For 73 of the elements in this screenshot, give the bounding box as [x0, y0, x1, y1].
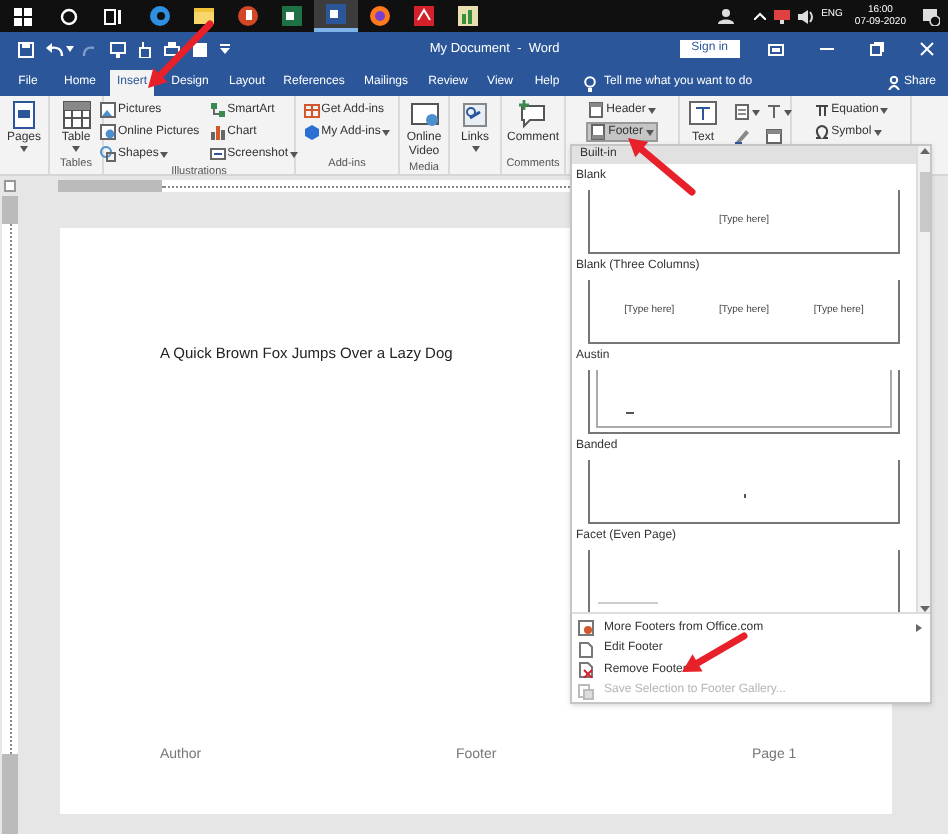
caret-icon [880, 107, 889, 113]
chevron-up-icon[interactable] [753, 12, 766, 20]
footer-preview[interactable] [588, 370, 900, 434]
taskbar-app[interactable] [314, 0, 358, 32]
lightbulb-icon [584, 75, 596, 91]
chart-icon [209, 124, 226, 140]
annotation-arrow [148, 20, 214, 88]
app-icon [236, 4, 260, 28]
close-icon[interactable] [920, 42, 934, 56]
shapes-icon [99, 146, 116, 162]
scroll-thumb[interactable] [919, 172, 929, 232]
remove-document-icon [578, 662, 594, 679]
caret-icon [647, 107, 656, 113]
ribbon-icon-button[interactable] [733, 126, 749, 146]
document-icon [733, 104, 749, 120]
screenshot-icon [209, 146, 226, 162]
pen-icon [733, 128, 749, 144]
footer-preview[interactable] [588, 460, 900, 524]
scrollbar[interactable] [916, 146, 930, 612]
redo-icon [82, 41, 98, 57]
footer-line-drawing [598, 602, 658, 604]
submenu-arrow-icon [916, 624, 922, 633]
person-icon [887, 76, 900, 90]
picture-icon [99, 124, 116, 140]
document-icon [588, 102, 605, 118]
caret-icon [645, 129, 653, 135]
notification-icon[interactable] [922, 7, 940, 25]
caret-icon [783, 109, 791, 115]
cube-icon [303, 124, 320, 140]
document-icon[interactable] [192, 41, 208, 57]
app-icon [324, 2, 348, 26]
task-view-icon[interactable] [104, 7, 122, 25]
scroll-up-icon [919, 148, 929, 154]
symbol-icon [813, 124, 830, 140]
caret-icon [751, 109, 759, 115]
customize-icon[interactable] [220, 44, 230, 54]
text-direction-icon [765, 104, 781, 120]
document-icon [590, 124, 607, 140]
ribbon-icon-button[interactable] [765, 102, 791, 122]
annotation-arrow [682, 632, 748, 672]
app-icon [456, 4, 480, 28]
diagram-icon [209, 102, 226, 118]
caret-icon [471, 146, 479, 152]
document-icon [578, 641, 594, 658]
annotation-arrow [628, 138, 696, 196]
undo-icon[interactable] [46, 41, 64, 57]
maximize-icon[interactable] [870, 42, 884, 56]
caret-icon [160, 151, 169, 157]
folder-icon [192, 4, 216, 28]
caret-icon [66, 46, 74, 52]
windows-icon[interactable] [14, 7, 32, 25]
ribbon-icon-button[interactable] [765, 126, 781, 146]
caret-icon [873, 129, 882, 135]
globe-document-icon [578, 620, 594, 637]
caret-icon [290, 151, 299, 157]
app-icon [280, 4, 304, 28]
ribbon-icon-button[interactable] [733, 102, 759, 122]
app-icon [412, 4, 436, 28]
caret-icon [20, 146, 28, 152]
picture-icon [99, 102, 116, 118]
ribbon-display-icon[interactable] [768, 43, 784, 55]
tab-selector[interactable] [4, 180, 16, 192]
search-icon[interactable] [60, 7, 78, 25]
store-icon [303, 102, 320, 118]
caret-icon [382, 129, 391, 135]
equation-icon [813, 102, 830, 118]
person-icon[interactable] [717, 8, 734, 24]
volume-icon[interactable] [797, 9, 814, 23]
caret-icon [72, 146, 80, 152]
scroll-down-icon [919, 606, 929, 612]
print-icon[interactable] [164, 41, 180, 57]
save-icon[interactable] [18, 41, 34, 57]
app-icon [368, 4, 392, 28]
